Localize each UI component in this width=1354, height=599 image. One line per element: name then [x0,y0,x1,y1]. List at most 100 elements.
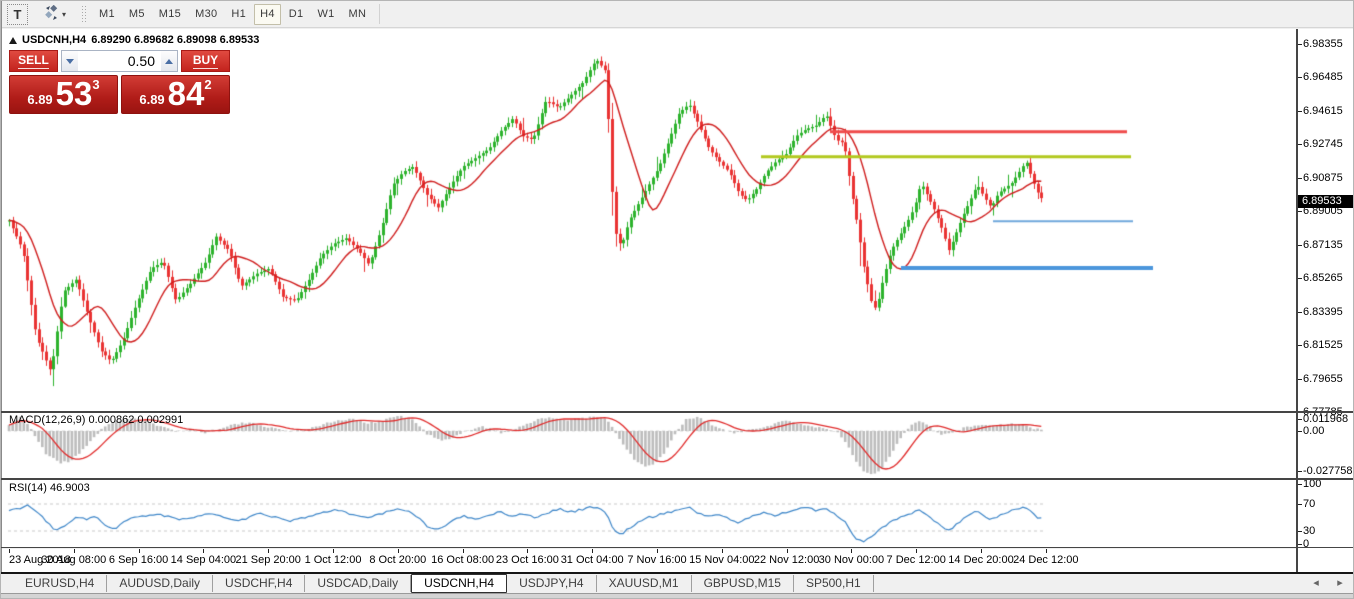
buy-price-button[interactable]: 6.89 84 2 [121,75,230,114]
price-axis[interactable]: 6.98355 6.96485 6.94615 6.92745 6.90875 6.890… [1297,29,1353,572]
time-tick [333,549,334,553]
timeframe-button[interactable]: M30 [189,4,223,25]
time-tick [916,549,918,553]
timeframe-button[interactable]: W1 [311,4,340,25]
tab-scroll-left-icon[interactable]: ◂ [1309,576,1323,589]
chart-tab-bar: EURUSD,H4 AUDUSD,Daily USDCHF,H4 USDCAD,… [1,574,1353,593]
one-click-trading-panel: SELL BUY 6.89 53 3 6.89 [9,50,230,114]
chart-tab[interactable]: USDJPY,H4 [507,575,597,592]
time-axis-label: 8 Oct 20:00 [369,554,427,566]
timeframe-button[interactable]: M15 [153,4,187,25]
chart-tab[interactable]: USDCNH,H4 [411,574,508,593]
macd-axis-label: 0.011968 [1297,413,1349,425]
time-axis-label: 31 Oct 04:00 [560,554,624,566]
volume-decrease-button[interactable] [62,51,78,71]
pane-splitter[interactable] [1,478,1353,480]
rsi-axis-label: 0 [1297,538,1310,550]
macd-pane[interactable] [2,413,1296,478]
timeframe-button[interactable]: MN [343,4,373,25]
volume-increase-button[interactable] [161,51,177,71]
pane-border [1,547,1353,548]
timeframe-button[interactable]: H4 [254,3,281,25]
time-axis-label: 24 Dec 12:00 [1013,554,1079,566]
time-axis-label: 30 Aug 08:00 [41,554,107,566]
time-tick [268,549,270,553]
time-tick [786,549,788,553]
price-axis-label: 6.81525 [1298,339,1343,352]
time-tick [721,549,723,553]
price-axis-label: 6.87135 [1298,238,1343,251]
timeframe-button[interactable]: M1 [93,4,121,25]
chart-title: USDCNH,H4 6.89290 6.89682 6.89098 6.8953… [9,34,259,46]
macd-axis-label: -0.027758 [1298,465,1353,477]
triangle-down-icon [66,58,74,64]
time-tick [138,549,140,553]
time-tick [73,549,75,553]
price-axis-label: 6.79655 [1298,372,1343,385]
time-axis-label: 14 Sep 04:00 [170,554,237,566]
text-tool-button[interactable]: T [7,3,28,25]
pane-splitter[interactable] [1,411,1353,413]
sell-price-pip: 3 [92,77,100,92]
chart-tab[interactable]: GBPUSD,M15 [692,575,794,592]
symbol-label: USDCNH,H4 [22,34,87,46]
triangle-up-icon [165,58,173,64]
time-tick [203,549,205,553]
time-tick [397,549,399,553]
time-axis-label: 6 Sep 16:00 [108,554,169,566]
macd-label: MACD(12,26,9) 0.000862 0.002991 [9,414,184,426]
buy-price-big: 84 [167,75,205,112]
rsi-pane[interactable] [2,480,1296,547]
time-axis-label: 14 Dec 20:00 [948,554,1014,566]
time-tick [1045,549,1047,553]
sell-price-prefix: 6.89 [27,92,53,107]
toolbar-separator [379,4,381,24]
sell-price-button[interactable]: 6.89 53 3 [9,75,118,114]
time-tick [527,549,529,553]
price-axis-label: 6.92745 [1298,138,1343,151]
time-tick [462,549,464,553]
chart-tab[interactable]: USDCAD,Daily [305,575,412,592]
ohlc-values: 6.89290 6.89682 6.89098 6.89533 [91,34,260,46]
tab-scroll-right-icon[interactable]: ▸ [1333,576,1347,589]
price-axis-label: 6.98355 [1298,38,1343,50]
collapse-icon[interactable] [9,36,17,44]
chevron-down-icon: ▾ [62,9,67,19]
toolbar-grip[interactable] [81,5,87,23]
timeframe-button[interactable]: M5 [123,4,151,25]
chart-tab[interactable]: USDCHF,H4 [213,575,306,592]
rsi-label: RSI(14) 46.9003 [9,482,90,494]
chart-tab[interactable]: XAUUSD,M1 [597,575,692,592]
timeframe-button[interactable]: D1 [283,4,310,25]
time-axis-label: 21 Sep 20:00 [235,554,301,566]
rsi-chart[interactable] [2,480,1296,547]
tab-list: EURUSD,H4 AUDUSD,Daily USDCHF,H4 USDCAD,… [13,574,874,593]
chart-tab[interactable]: AUDUSD,Daily [107,575,214,592]
objects-icon [43,4,60,24]
time-tick [9,549,10,553]
toolbar: T ▾ M1 M5 M15 M30 H1 H4 D1 W1 MN [1,1,1353,28]
macd-axis-label: 0.00 [1297,425,1325,437]
buy-button[interactable]: BUY [181,50,230,72]
macd-chart[interactable] [2,413,1296,478]
current-price-tag: 6.89533 [1298,195,1353,209]
time-axis-label: 16 Oct 08:00 [431,554,495,566]
time-axis-label: 30 Nov 00:00 [818,554,885,566]
price-axis-label: 6.83395 [1298,305,1343,318]
chart-tab[interactable]: SP500,H1 [794,575,874,592]
time-axis-label: 7 Nov 16:00 [627,554,687,566]
objects-tool-button[interactable]: ▾ [37,4,72,25]
time-axis-label: 22 Nov 12:00 [753,554,820,566]
sell-button[interactable]: SELL [9,50,58,72]
price-axis-label: 6.85265 [1298,272,1343,285]
chart-tab[interactable]: EURUSD,H4 [13,575,108,592]
price-axis-label: 6.96485 [1298,71,1343,84]
timeframe-button[interactable]: H1 [225,4,252,25]
time-tick [981,549,982,553]
volume-input[interactable] [78,51,161,71]
time-axis-label: 23 Oct 16:00 [495,554,559,566]
time-tick [592,549,594,553]
price-axis-label: 6.94615 [1298,104,1343,117]
time-axis: 23 Aug 2018 30 Aug 08:00 6 Sep 16:00 14 Sep… [2,549,1296,572]
rsi-axis-label: 70 [1297,498,1316,510]
